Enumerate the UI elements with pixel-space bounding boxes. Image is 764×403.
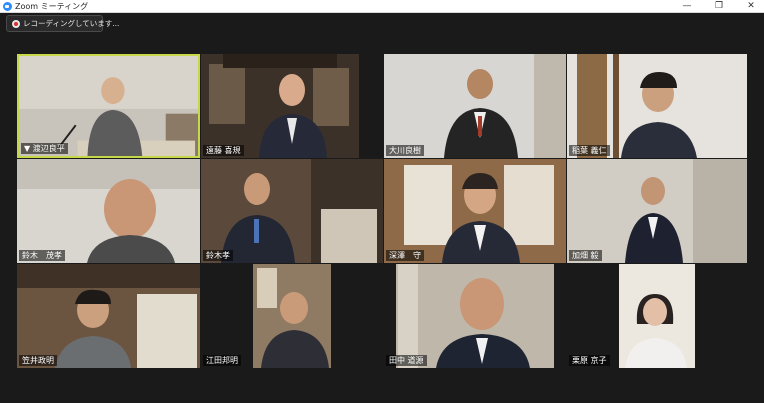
recording-indicator[interactable]: レコーディングしています... bbox=[6, 15, 119, 32]
video-tile-9[interactable]: 笠井政明 bbox=[17, 264, 200, 368]
participant-name: 大川良樹 bbox=[386, 145, 424, 156]
participant-name: 栗原 京子 bbox=[569, 355, 610, 366]
participant-name: 稲葉 義仁 bbox=[569, 145, 610, 156]
video-feed bbox=[384, 159, 566, 263]
mic-muted-icon: ▼ bbox=[24, 144, 31, 153]
zoom-logo-icon bbox=[3, 2, 12, 11]
record-icon bbox=[12, 20, 20, 28]
video-tile-10[interactable]: 江田邦明 bbox=[201, 264, 383, 368]
video-tile-12[interactable]: 栗原 京子 bbox=[567, 264, 747, 368]
video-feed bbox=[17, 264, 200, 368]
participant-name: 田中 道源 bbox=[386, 355, 427, 366]
participant-name: 深澤 守 bbox=[386, 250, 424, 261]
participant-name: 笠井政明 bbox=[19, 355, 57, 366]
participant-name: ▼ 渡辺良平 bbox=[21, 143, 68, 154]
video-feed bbox=[201, 264, 383, 368]
video-feed bbox=[201, 54, 359, 158]
participant-name: 鈴木孝 bbox=[203, 250, 233, 261]
video-tile-4[interactable]: 稲葉 義仁 bbox=[567, 54, 747, 158]
recording-label: レコーディングしています... bbox=[23, 19, 120, 28]
video-feed bbox=[567, 54, 747, 158]
video-feed bbox=[384, 54, 566, 158]
window-title: Zoom ミーティング bbox=[15, 2, 89, 11]
video-tile-6[interactable]: 鈴木孝 bbox=[201, 159, 383, 263]
video-tile-7[interactable]: 深澤 守 bbox=[384, 159, 566, 263]
participant-name: 遠藤 喜規 bbox=[203, 145, 244, 156]
participant-name: 江田邦明 bbox=[203, 355, 241, 366]
video-tile-1[interactable]: ▼ 渡辺良平 bbox=[17, 54, 200, 158]
close-icon[interactable]: ✕ bbox=[740, 0, 762, 13]
video-feed bbox=[17, 159, 200, 263]
title-bar: Zoom ミーティング — ❐ ✕ bbox=[0, 0, 764, 13]
video-feed bbox=[201, 159, 383, 263]
video-feed bbox=[19, 56, 198, 156]
participant-name: 加畑 毅 bbox=[569, 250, 602, 261]
video-tile-2[interactable]: 遠藤 喜規 bbox=[201, 54, 359, 158]
video-feed bbox=[567, 159, 747, 263]
restore-icon[interactable]: ❐ bbox=[708, 0, 730, 13]
video-tile-3[interactable]: 大川良樹 bbox=[384, 54, 566, 158]
video-tile-11[interactable]: 田中 道源 bbox=[384, 264, 566, 368]
minimize-icon[interactable]: — bbox=[676, 0, 698, 13]
participant-name: 鈴木 茂孝 bbox=[19, 250, 65, 261]
video-feed bbox=[384, 264, 566, 368]
video-tile-5[interactable]: 鈴木 茂孝 bbox=[17, 159, 200, 263]
video-tile-8[interactable]: 加畑 毅 bbox=[567, 159, 747, 263]
video-feed bbox=[567, 264, 747, 368]
